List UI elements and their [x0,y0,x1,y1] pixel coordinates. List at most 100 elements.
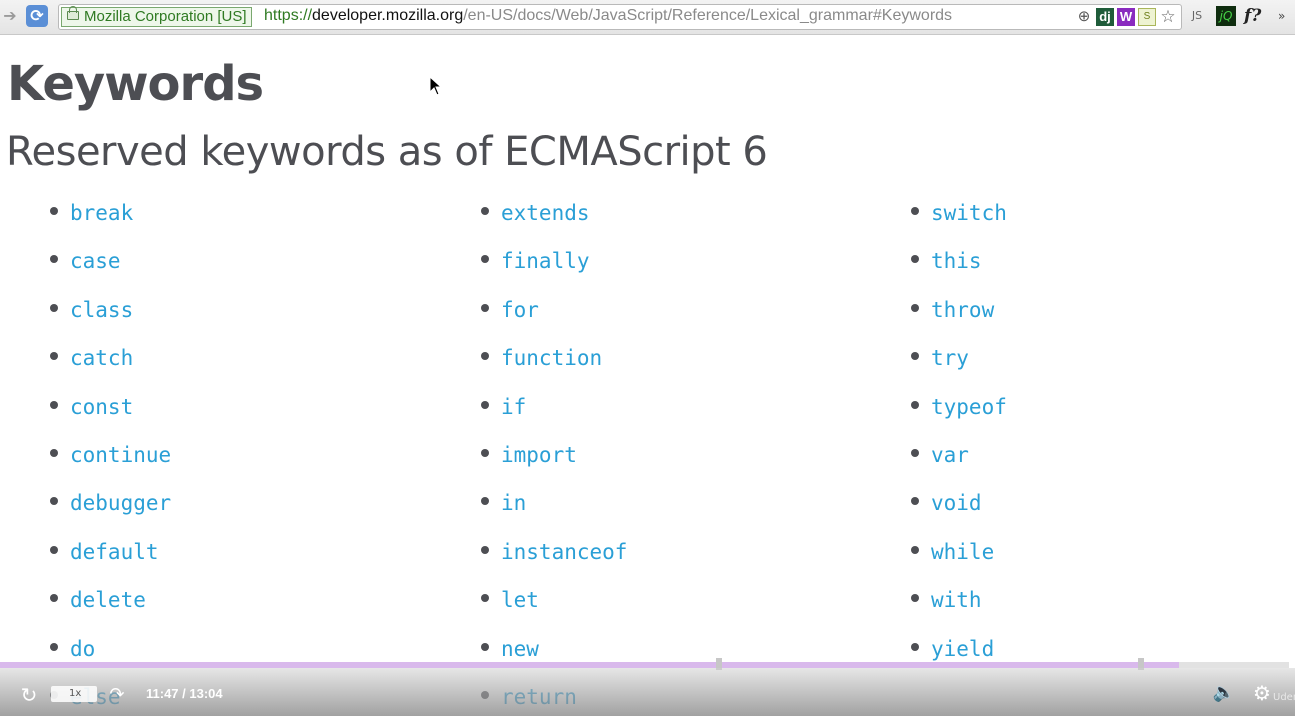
f-extension-icon[interactable]: f? [1244,6,1270,26]
keyword-link[interactable]: import [501,443,577,467]
keyword-link[interactable]: break [70,201,133,225]
bookmark-star-icon[interactable]: ☆ [1159,8,1177,26]
video-controls: ↻ 1x ↷ 11:47 / 13:04 🔈 ⚙ Udemy [0,668,1295,716]
bullet-icon [911,545,919,554]
skip-forward-icon[interactable]: ↷ [106,684,128,706]
settings-gear-icon[interactable]: ⚙ [1250,681,1274,705]
ev-certificate-label: Mozilla Corporation [US] [84,8,247,25]
keyword-link[interactable]: extends [501,201,590,225]
url-host: developer.mozilla.org [312,7,464,24]
keyword-link[interactable]: const [70,395,133,419]
keyword-list-item: this [911,237,1007,285]
keyword-link[interactable]: switch [931,201,1007,225]
bullet-icon [911,448,919,457]
keyword-link[interactable]: instanceof [501,540,627,564]
bullet-icon [50,448,58,457]
keyword-list-item: with [911,576,1007,624]
keyword-link[interactable]: var [931,443,969,467]
keyword-link[interactable]: catch [70,346,133,370]
keyword-link[interactable]: do [70,637,95,661]
js-extension-icon[interactable]: JS [1186,6,1208,26]
extension-icons: JS jQ f? » [1186,6,1288,26]
keyword-list-item: while [911,528,1007,576]
keyword-list-item: for [481,286,627,334]
address-bar[interactable]: Mozilla Corporation [US] https://develop… [58,4,1182,30]
more-extensions-icon[interactable]: » [1278,6,1288,26]
bullet-icon [481,352,489,361]
keyword-link[interactable]: try [931,346,969,370]
keyword-link[interactable]: for [501,298,539,322]
browser-toolbar: ➔ ⟳ Mozilla Corporation [US] https://dev… [0,0,1295,35]
keyword-link[interactable]: void [931,491,982,515]
keyword-link[interactable]: delete [70,588,146,612]
bullet-icon [50,303,58,312]
keyword-link[interactable]: throw [931,298,994,322]
bullet-icon [481,400,489,409]
keyword-list-item: finally [481,237,627,285]
bullet-icon [481,545,489,554]
forward-arrow-icon[interactable]: ➔ [2,7,18,25]
keyword-link[interactable]: typeof [931,395,1007,419]
address-bar-icons: ⊕ dj W S ☆ [1075,7,1177,27]
url-text[interactable]: https://developer.mozilla.org/en-US/docs… [264,7,952,25]
keyword-link[interactable]: yield [931,637,994,661]
keyword-list-item: let [481,576,627,624]
volume-icon[interactable]: 🔈 [1212,682,1236,704]
keyword-list-item: throw [911,286,1007,334]
bullet-icon [50,352,58,361]
bullet-icon [481,207,489,215]
keyword-list-item: case [50,237,171,285]
player-logo: Udemy [1273,692,1295,703]
jquery-extension-icon[interactable]: jQ [1216,6,1236,26]
playback-speed-button[interactable]: 1x [51,686,97,702]
ev-certificate-badge[interactable]: Mozilla Corporation [US] [61,6,252,27]
keyword-link[interactable]: class [70,298,133,322]
keyword-link[interactable]: this [931,249,982,273]
page-title: Keywords [7,56,264,112]
bullet-icon [911,303,919,312]
keyword-link[interactable]: let [501,588,539,612]
url-path: /en-US/docs/Web/JavaScript/Reference/Lex… [463,7,953,24]
keyword-list-item: class [50,286,171,334]
keyword-link[interactable]: if [501,395,526,419]
bullet-icon [481,497,489,506]
zoom-icon[interactable]: ⊕ [1075,8,1093,26]
keyword-list-item: debugger [50,479,171,527]
bullet-icon [481,448,489,457]
bullet-icon [911,352,919,361]
keyword-list-item: switch [911,189,1007,237]
w-extension-icon[interactable]: W [1117,8,1135,26]
keyword-link[interactable]: function [501,346,602,370]
keyword-link[interactable]: finally [501,249,590,273]
bullet-icon [911,594,919,603]
reload-icon[interactable]: ⟳ [26,5,48,27]
bullet-icon [50,642,58,651]
section-subtitle: Reserved keywords as of ECMAScript 6 [6,129,768,175]
django-extension-icon[interactable]: dj [1096,8,1114,26]
keyword-list-item: delete [50,576,171,624]
keyword-link[interactable]: continue [70,443,171,467]
keyword-link[interactable]: new [501,637,539,661]
s-extension-icon[interactable]: S [1138,8,1156,26]
keyword-list-item: default [50,528,171,576]
keyword-list-col2: extends finally for function if import in insta… [481,189,627,721]
keyword-link[interactable]: with [931,588,982,612]
keyword-link[interactable]: default [70,540,159,564]
keyword-list-item: in [481,479,627,527]
keyword-list-item: break [50,189,171,237]
keyword-list-item: continue [50,431,171,479]
bullet-icon [911,497,919,506]
bullet-icon [481,303,489,312]
keyword-link[interactable]: case [70,249,121,273]
keyword-list-item: void [911,479,1007,527]
bullet-icon [50,207,58,215]
keyword-list-item: var [911,431,1007,479]
keyword-link[interactable]: while [931,540,994,564]
replay-icon[interactable]: ↻ [18,684,40,706]
keyword-list-item: extends [481,189,627,237]
lock-icon [67,6,79,20]
bullet-icon [911,400,919,409]
keyword-list-item: import [481,431,627,479]
keyword-link[interactable]: in [501,491,526,515]
keyword-link[interactable]: debugger [70,491,171,515]
